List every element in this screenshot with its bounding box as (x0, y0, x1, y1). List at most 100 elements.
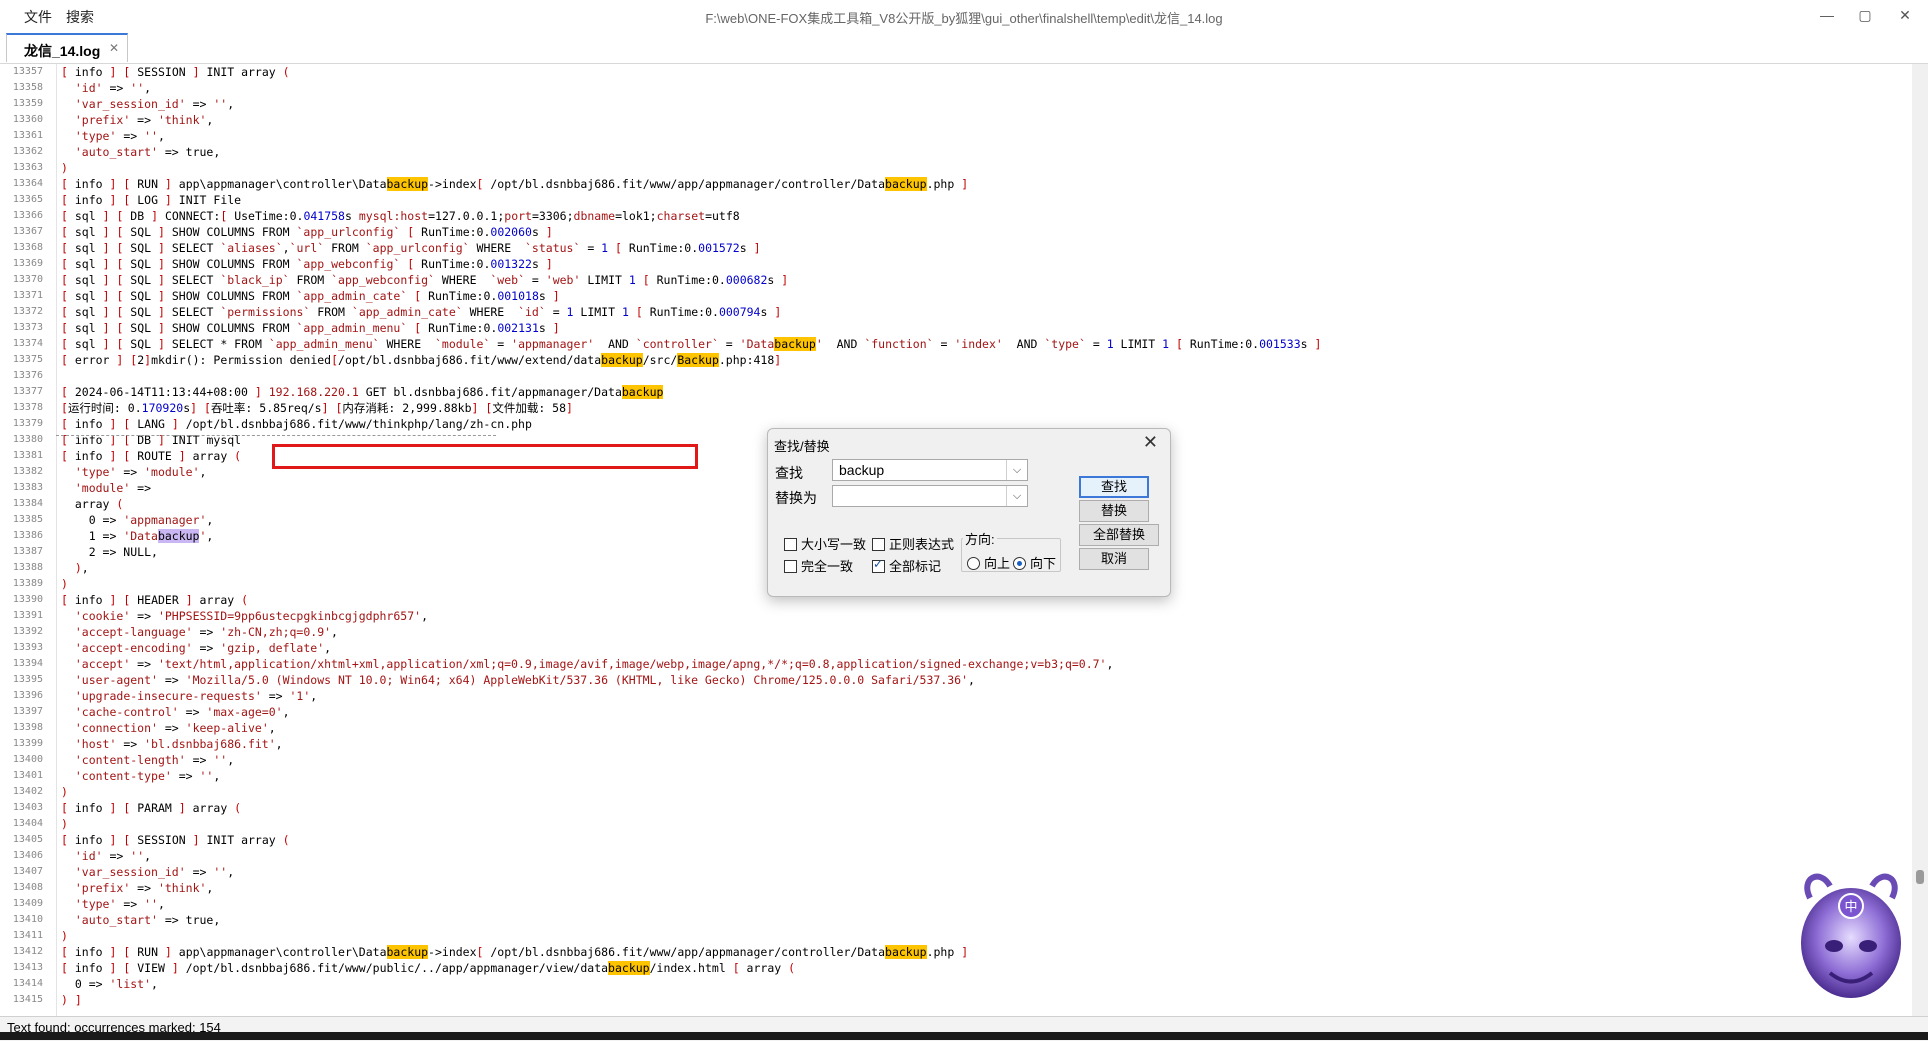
code-token: [ (615, 241, 622, 255)
code-token: , (206, 881, 214, 895)
code-token: 'user-agent' (74, 673, 158, 687)
code-token: '' (144, 897, 158, 911)
code-token: SQL (123, 337, 158, 351)
line-code: ) (61, 928, 68, 944)
annotation-box (272, 444, 698, 469)
code-token: ] (254, 385, 262, 399)
code-token: => (185, 865, 214, 879)
code-token: RunTime:0. (1182, 337, 1260, 351)
direction-down-radio[interactable]: 向下 (1013, 553, 1056, 572)
line-number: 13376 (12, 370, 43, 381)
code-token: [ (61, 305, 68, 319)
mark-all-checkbox[interactable]: 全部标记 (872, 556, 941, 575)
line-code: [运行时间: 0.170920s] [吞吐率: 5.85req/s] [内存消耗… (61, 400, 573, 416)
code-token: ] (781, 273, 789, 287)
code-token: => (157, 673, 186, 687)
code-token: ] (158, 289, 165, 303)
minimize-button[interactable]: — (1812, 4, 1842, 26)
scroll-thumb[interactable] (1916, 870, 1924, 884)
match-case-checkbox[interactable]: 大小写一致 (784, 534, 866, 553)
code-token: ] (178, 449, 186, 463)
code-token: info (67, 593, 110, 607)
line-number: 13371 (12, 290, 43, 301)
line-code: [ sql ] [ SQL ] SELECT `black_ip` FROM `… (61, 272, 788, 288)
line-number: 13396 (12, 690, 43, 701)
code-token: 002060 (490, 225, 532, 239)
code-token: INIT array (199, 65, 283, 79)
code-token: [ (61, 193, 68, 207)
code-token: RunTime:0. (421, 321, 498, 335)
code-token: SHOW COLUMNS FROM (164, 257, 297, 271)
line-number: 13384 (12, 498, 43, 509)
regex-checkbox[interactable]: 正则表达式 (872, 534, 954, 553)
find-input[interactable]: backup ⌵ (832, 459, 1028, 481)
checkbox-box (784, 560, 797, 573)
code-token: , (157, 129, 165, 143)
code-token: , (213, 769, 221, 783)
code-token: ] (158, 305, 165, 319)
code-token: ] (164, 177, 172, 191)
code-token: => true, (157, 913, 221, 927)
dialog-close-icon[interactable]: ✕ (1143, 432, 1158, 453)
code-token: 'var_session_id' (74, 97, 186, 111)
whole-word-label: 完全一致 (801, 559, 854, 574)
line-number: 13378 (12, 402, 43, 413)
code-token: , (227, 865, 235, 879)
code-token: `app_webconfig` (296, 257, 401, 271)
maximize-button[interactable]: ▢ (1850, 4, 1880, 26)
whole-word-checkbox[interactable]: 完全一致 (784, 556, 853, 575)
code-token: ] (552, 321, 560, 335)
checkbox-box (872, 538, 885, 551)
line-code: ) (61, 576, 68, 592)
code-token: ] (185, 593, 193, 607)
code-token: ] (102, 241, 110, 255)
code-token: 'accept-encoding' (74, 641, 193, 655)
code-token: mkdir(): Permission denied (151, 353, 332, 367)
code-token: `permissions` (220, 305, 311, 319)
line-code: [ info ] [ LOG ] INIT File (61, 192, 241, 208)
code-token: SQL (123, 241, 158, 255)
code-token: 000794 (718, 305, 761, 319)
code-token: = (490, 337, 512, 351)
close-window-button[interactable]: ✕ (1890, 4, 1920, 26)
chevron-down-icon[interactable]: ⌵ (1006, 486, 1027, 506)
search-match-highlight: backup (386, 177, 429, 191)
code-token: =utf8 (705, 209, 740, 223)
code-token: ] (545, 225, 553, 239)
find-button[interactable]: 查找 (1079, 476, 1149, 498)
tab-close-icon[interactable]: ✕ (109, 41, 119, 55)
code-token: = (545, 305, 567, 319)
line-code: [ info ] [ PARAM ] array ( (61, 800, 241, 816)
code-token: s (538, 321, 553, 335)
vertical-scrollbar[interactable] (1912, 64, 1928, 1016)
line-number: 13359 (12, 98, 43, 109)
code-token: 文件加载: 58 (492, 401, 567, 415)
code-token: => (185, 97, 214, 111)
code-token: SQL (123, 257, 158, 271)
line-code: [ sql ] [ SQL ] SELECT `permissions` FRO… (61, 304, 781, 320)
code-token: SELECT (164, 305, 221, 319)
direction-up-radio[interactable]: 向上 (967, 553, 1010, 572)
code-token: 'upgrade-insecure-requests' (74, 689, 262, 703)
code-token: .php (926, 945, 962, 959)
code-token: app\appmanager\controller\Data (171, 177, 387, 191)
code-token: 'cookie' (74, 609, 131, 623)
chevron-down-icon[interactable]: ⌵ (1006, 460, 1027, 480)
tab-bar: 龙信_14.log ✕ (0, 30, 1928, 64)
code-token: 运行时间: 0. (67, 401, 142, 415)
search-match-highlight: backup (885, 945, 927, 959)
code-token: WHERE (379, 337, 435, 351)
direction-up-label: 向上 (984, 556, 1011, 571)
replace-all-button[interactable]: 全部替换 (1079, 524, 1159, 546)
code-token: => (157, 721, 186, 735)
replace-button[interactable]: 替换 (1079, 500, 1149, 522)
code-token: '' (144, 129, 158, 143)
cancel-button[interactable]: 取消 (1079, 548, 1149, 570)
replace-input[interactable]: ⌵ (832, 485, 1028, 507)
code-token: sql (67, 337, 103, 351)
tab-log-file[interactable]: 龙信_14.log ✕ (6, 33, 128, 62)
line-code: ) ] (61, 992, 82, 1008)
